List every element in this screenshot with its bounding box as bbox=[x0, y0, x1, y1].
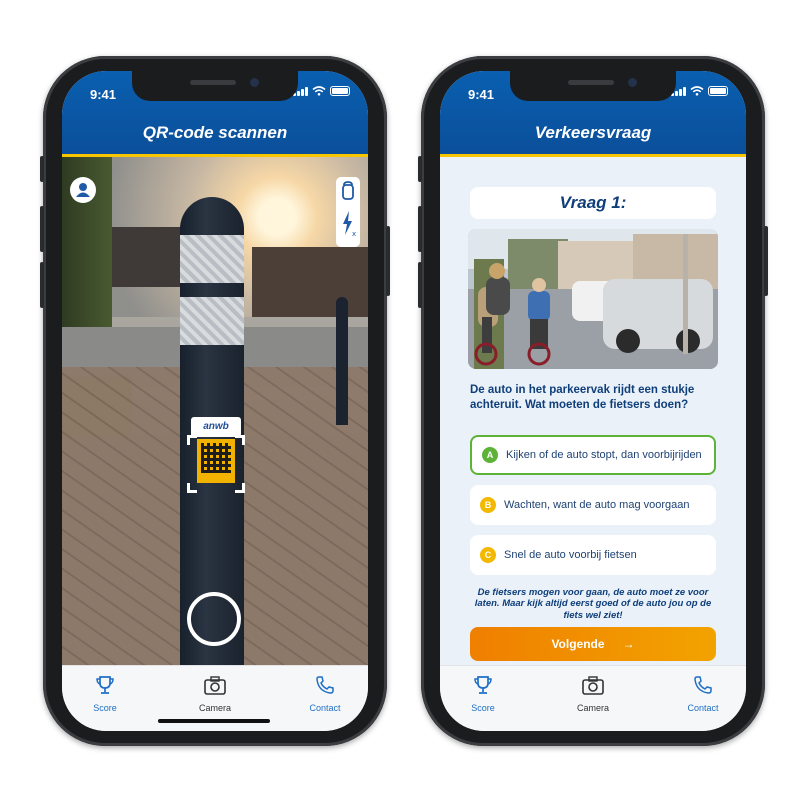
answer-text: Kijken of de auto stopt, dan voorbijrijd… bbox=[506, 448, 702, 461]
phone-volume-down bbox=[40, 262, 44, 308]
question-text: De auto in het parkeervak rijdt een stuk… bbox=[470, 384, 695, 411]
question-panel: Vraag 1: De auto in het parkeervak rijdt… bbox=[440, 157, 746, 665]
tab-label: Contact bbox=[687, 703, 719, 713]
profile-button[interactable] bbox=[70, 177, 96, 203]
answer-badge: C bbox=[480, 547, 496, 563]
notch bbox=[510, 71, 676, 101]
status-icons bbox=[671, 86, 728, 96]
phone-side-button bbox=[40, 156, 44, 182]
background-pole bbox=[336, 297, 348, 425]
question-photo bbox=[468, 229, 718, 369]
phone-question: 9:41 Verkeersvraag Vraag 1: De auto in h… bbox=[418, 56, 768, 746]
background-house-right bbox=[252, 247, 368, 317]
qr-code bbox=[197, 439, 235, 483]
question-number: Vraag 1: bbox=[470, 187, 716, 219]
scan-frame-corner bbox=[187, 435, 197, 445]
scan-frame-corner bbox=[187, 483, 197, 493]
feedback-text: De fietsers mogen voor gaan, de auto moe… bbox=[474, 587, 712, 621]
phone-volume-up bbox=[418, 206, 422, 252]
tab-label: Camera bbox=[198, 703, 231, 713]
next-button[interactable]: Volgende → bbox=[470, 627, 716, 661]
tab-score[interactable]: Score bbox=[70, 674, 140, 713]
tab-bar: Score Camera Contact bbox=[440, 665, 746, 731]
question-screen: 9:41 Verkeersvraag Vraag 1: De auto in h… bbox=[440, 71, 746, 731]
answer-badge: B bbox=[480, 497, 496, 513]
status-time: 9:41 bbox=[468, 87, 495, 102]
page-title: QR-code scannen bbox=[142, 123, 288, 142]
answer-b[interactable]: B Wachten, want de auto mag voorgaan bbox=[470, 485, 716, 525]
status-time: 9:41 bbox=[90, 87, 117, 102]
user-icon bbox=[76, 183, 90, 197]
trophy-icon bbox=[474, 676, 492, 694]
answer-a[interactable]: A Kijken of de auto stopt, dan voorbijri… bbox=[470, 435, 716, 475]
answer-text: Wachten, want de auto mag voorgaan bbox=[504, 498, 690, 511]
tab-camera[interactable]: Camera bbox=[558, 674, 628, 713]
tab-contact[interactable]: Contact bbox=[668, 674, 738, 713]
trophy-icon bbox=[96, 676, 114, 694]
wifi-icon bbox=[690, 86, 704, 96]
scan-frame-corner bbox=[235, 435, 245, 445]
status-icons bbox=[293, 86, 350, 96]
wifi-icon bbox=[312, 86, 326, 96]
answer-badge: A bbox=[482, 447, 498, 463]
camera-tools: x bbox=[336, 177, 360, 247]
tab-bar: Score Camera Contact bbox=[62, 665, 368, 731]
answer-c[interactable]: C Snel de auto voorbij fietsen bbox=[470, 535, 716, 575]
phone-power-button bbox=[764, 226, 768, 296]
camera-viewfinder[interactable]: anwb x bbox=[62, 157, 368, 665]
tab-label: Score bbox=[471, 703, 495, 713]
tab-contact[interactable]: Contact bbox=[290, 674, 360, 713]
svg-text:x: x bbox=[352, 230, 356, 238]
next-button-label: Volgende bbox=[551, 637, 605, 651]
tab-label: Score bbox=[93, 703, 117, 713]
scan-frame-corner bbox=[235, 483, 245, 493]
phone-power-button bbox=[386, 226, 390, 296]
anwb-logo: anwb bbox=[191, 417, 241, 437]
phone-side-button bbox=[418, 156, 422, 182]
camera-icon bbox=[582, 676, 604, 695]
phone-icon bbox=[316, 676, 334, 694]
tab-label: Contact bbox=[309, 703, 341, 713]
answer-text: Snel de auto voorbij fietsen bbox=[504, 548, 637, 561]
notch bbox=[132, 71, 298, 101]
switch-camera-icon[interactable] bbox=[336, 177, 360, 207]
phone-icon bbox=[694, 676, 712, 694]
battery-icon bbox=[330, 86, 350, 96]
battery-icon bbox=[708, 86, 728, 96]
tab-score[interactable]: Score bbox=[448, 674, 518, 713]
phone-scanner: 9:41 QR-code scannen anwb x Score Camera… bbox=[40, 56, 390, 746]
phone-volume-up bbox=[40, 206, 44, 252]
tab-label: Camera bbox=[576, 703, 609, 713]
qr-code-sticker[interactable]: anwb bbox=[191, 417, 241, 489]
page-title: Verkeersvraag bbox=[534, 123, 652, 142]
home-indicator bbox=[158, 719, 270, 723]
flash-off-icon[interactable]: x bbox=[336, 207, 360, 241]
phone-volume-down bbox=[418, 262, 422, 308]
scanner-screen: 9:41 QR-code scannen anwb x Score Camera… bbox=[62, 71, 368, 731]
arrow-right-icon: → bbox=[622, 637, 635, 651]
camera-icon bbox=[204, 676, 226, 695]
shutter-button[interactable] bbox=[187, 592, 241, 646]
tab-camera[interactable]: Camera bbox=[180, 674, 250, 713]
